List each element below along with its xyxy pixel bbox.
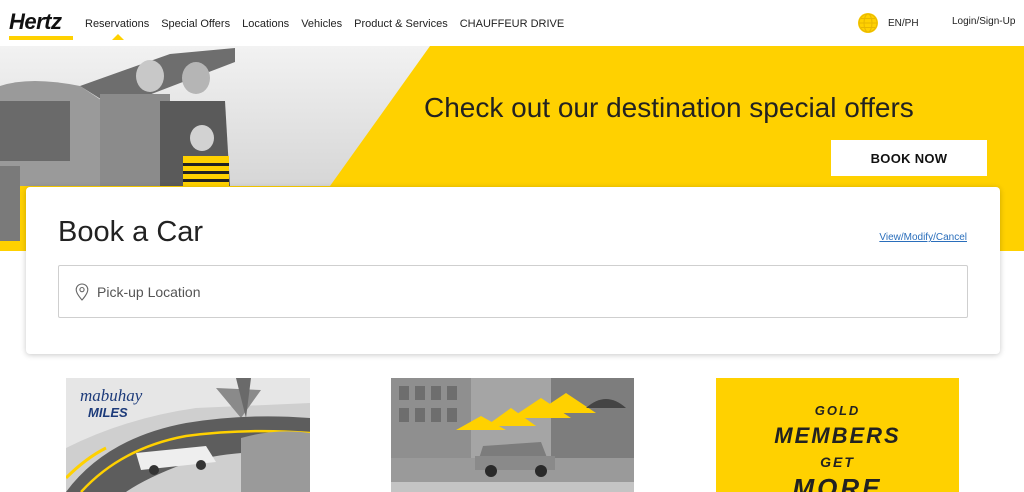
mabuhay-miles-logo: mabuhay MILES: [80, 386, 143, 420]
mabuhay-wordmark: mabuhay: [80, 386, 143, 405]
book-now-button[interactable]: BOOK NOW: [831, 140, 987, 176]
nav-special-offers[interactable]: Special Offers: [161, 18, 230, 30]
nav-chauffeur-drive[interactable]: CHAUFFEUR DRIVE: [460, 18, 565, 30]
view-modify-cancel-link[interactable]: View/Modify/Cancel: [879, 232, 967, 243]
pickup-location-field[interactable]: [58, 265, 968, 318]
top-navigation: Hertz Reservations Special Offers Locati…: [0, 0, 1024, 46]
promo-gold-members[interactable]: GOLD MEMBERS GET MORE: [716, 378, 959, 492]
booking-title: Book a Car: [58, 216, 204, 248]
nav-vehicles[interactable]: Vehicles: [301, 18, 342, 30]
nav-reservations[interactable]: Reservations: [85, 18, 149, 40]
logo-text: Hertz: [9, 9, 62, 34]
language-selector[interactable]: EN/PH: [858, 13, 919, 33]
login-signup-link[interactable]: Login/Sign-Up: [952, 16, 1015, 27]
hero-title: Check out our destination special offers: [424, 92, 914, 123]
pickup-location-input[interactable]: [97, 283, 897, 300]
city-suv-image: [391, 378, 634, 492]
promo-mabuhay-miles[interactable]: mabuhay MILES: [66, 378, 310, 492]
location-pin-icon: [75, 282, 89, 301]
gold-text: GOLD: [814, 403, 861, 418]
book-a-car-card: Book a Car View/Modify/Cancel: [26, 187, 1000, 354]
nav-locations[interactable]: Locations: [242, 18, 289, 30]
mabuhay-miles-text: MILES: [88, 405, 128, 420]
globe-icon: [858, 13, 878, 33]
members-text: MEMBERS: [774, 423, 901, 448]
more-text: MORE: [792, 473, 883, 492]
get-text: GET: [820, 454, 855, 470]
nav-product-services[interactable]: Product & Services: [354, 18, 448, 30]
main-menu: Reservations Special Offers Locations Ve…: [85, 18, 576, 40]
promo-city-suv[interactable]: [391, 378, 634, 492]
hertz-logo[interactable]: Hertz: [9, 10, 73, 40]
language-label: EN/PH: [888, 17, 919, 29]
logo-underline: [9, 36, 73, 40]
